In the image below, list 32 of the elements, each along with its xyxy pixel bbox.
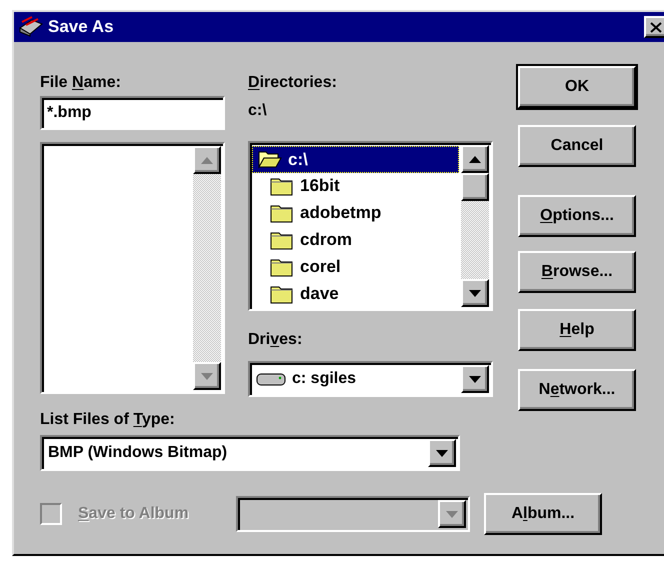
dialog-button[interactable]: Help	[518, 309, 636, 351]
directory-name: c:\	[288, 148, 308, 171]
directory-list[interactable]: c:\ 16bit adobetmp cdrom corel dave	[248, 141, 493, 311]
directories-label: Directories:	[248, 74, 338, 92]
save-to-album-label: Save to Album	[78, 504, 190, 524]
file-type-label: List Files of Type:	[40, 411, 176, 429]
file-name-label: File Name:	[40, 74, 122, 92]
directory-name: 16bit	[300, 175, 340, 198]
dropdown-value: c: sgiles	[292, 369, 356, 389]
dialog-button[interactable]: Browse...	[518, 251, 636, 293]
dropdown-value: BMP (Windows Bitmap)	[48, 443, 228, 463]
window-title: Save As	[48, 16, 115, 38]
directory-item[interactable]: dave	[252, 280, 459, 307]
drives-dropdown[interactable]: c: sgiles	[248, 361, 493, 397]
directory-item[interactable]: cdrom	[252, 226, 459, 254]
directory-item[interactable]: 16bit	[252, 172, 459, 200]
file-name-field[interactable]: *.bmp	[40, 96, 225, 130]
dialog-button[interactable]: Network...	[518, 369, 636, 411]
directory-item[interactable]: adobetmp	[252, 200, 459, 226]
directory-name: corel	[300, 256, 341, 278]
dialog-button[interactable]: Cancel	[518, 125, 636, 167]
album-button[interactable]: Album...	[484, 493, 602, 535]
directory-name: dave	[300, 282, 339, 305]
drives-label: Drives:	[248, 331, 304, 349]
directory-name: cdrom	[300, 229, 352, 252]
directory-item[interactable]: c:\	[252, 146, 459, 173]
directory-name: adobetmp	[300, 202, 382, 224]
current-path: c:\	[248, 102, 268, 120]
file-type-dropdown[interactable]: BMP (Windows Bitmap)	[40, 435, 460, 471]
dialog-button[interactable]: OK	[518, 66, 636, 108]
directory-item[interactable]: corel	[252, 253, 459, 280]
dialog-button[interactable]: Options...	[518, 195, 636, 237]
